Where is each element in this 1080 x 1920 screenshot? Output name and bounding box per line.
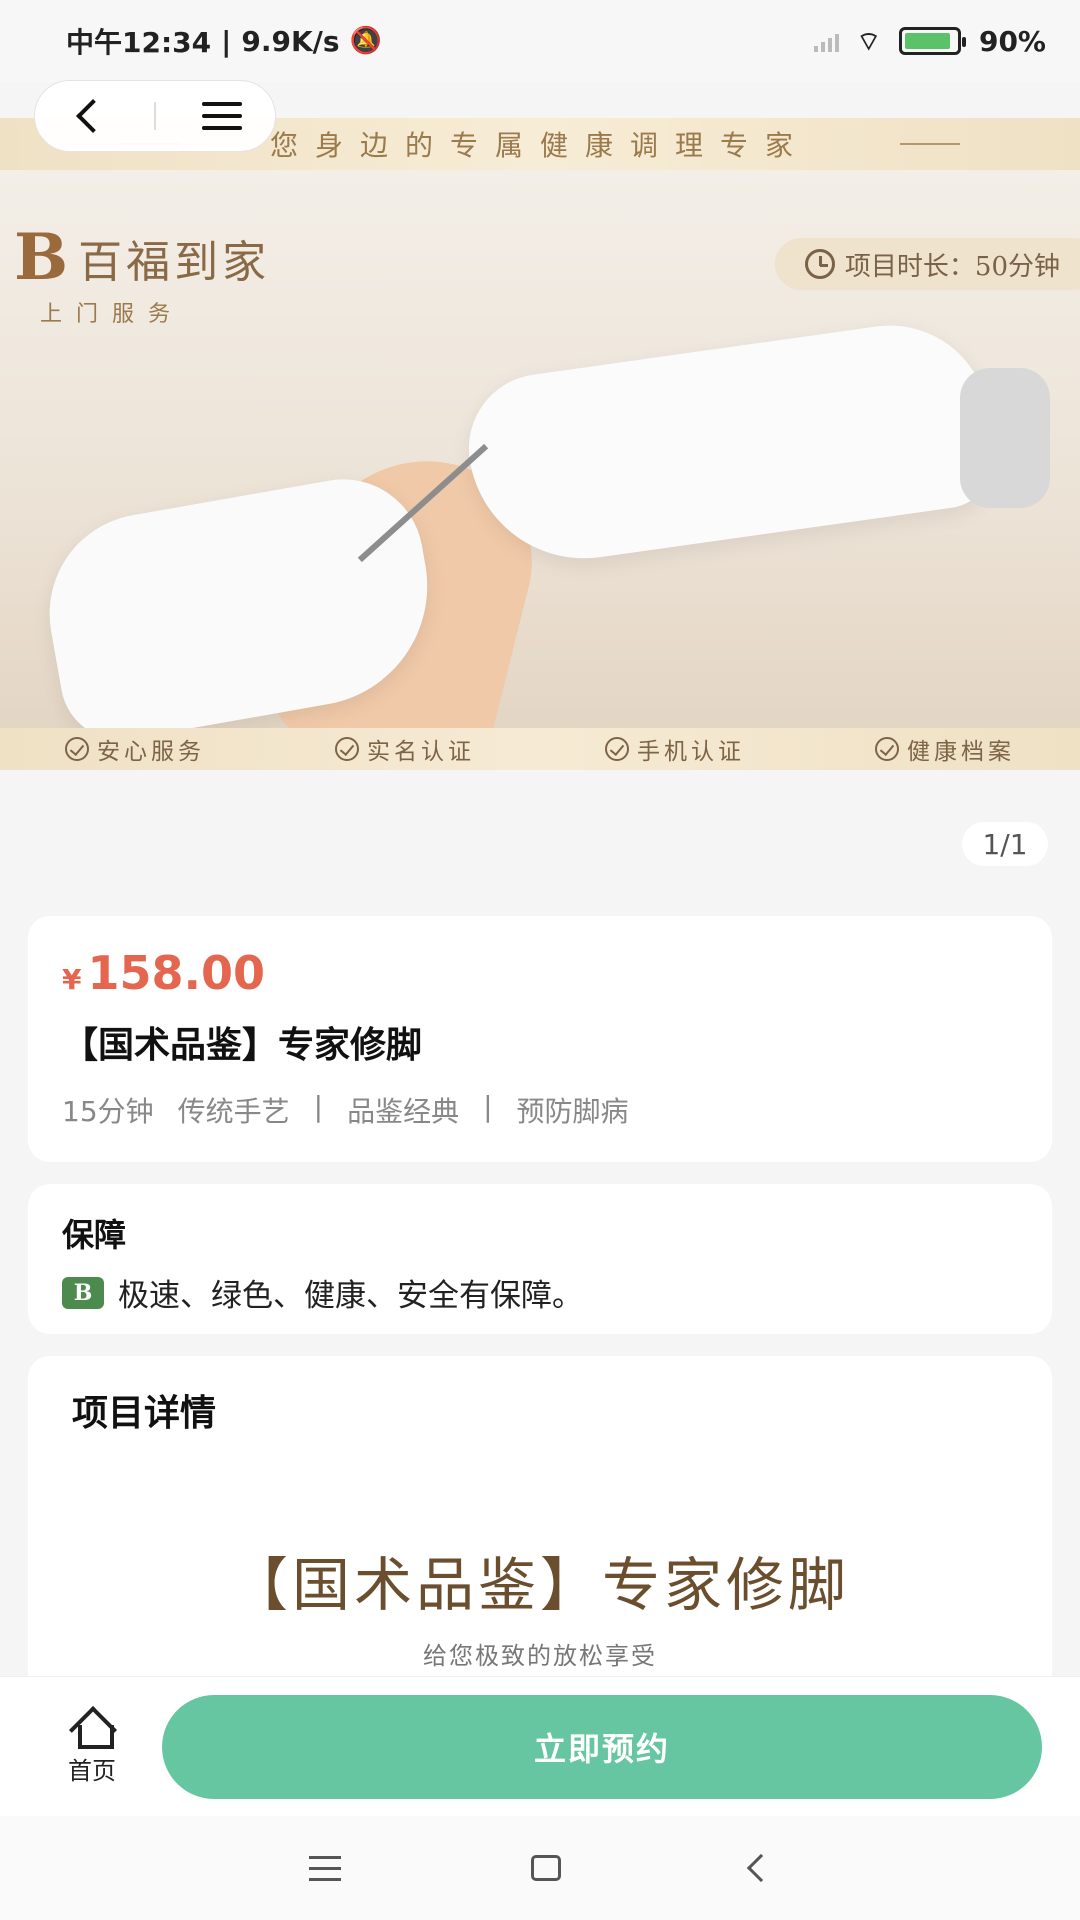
brand-name: 百福到家 <box>78 237 271 288</box>
guarantee-text: 极速、绿色、健康、安全有保障。 <box>118 1278 583 1314</box>
system-nav-bar <box>0 1816 1080 1920</box>
check-circle-icon <box>605 737 629 761</box>
hero-slogan: 您身边的专属健康调理专家 <box>269 129 810 162</box>
tag: 品鉴经典 <box>347 1095 460 1128</box>
signal-icon <box>813 30 839 52</box>
image-pager: 1/1 <box>962 822 1048 866</box>
badge-label: 手机认证 <box>637 739 745 765</box>
guarantee-title: 保障 <box>62 1216 127 1254</box>
product-tags: 15分钟 传统手艺 | 品鉴经典 | 预防脚病 <box>62 1090 1018 1130</box>
detail-headline: 【国术品鉴】专家修脚 <box>229 1551 850 1619</box>
detail-card: 项目详情 【国术品鉴】专家修脚 给您极致的放松享受 <box>28 1356 1052 1676</box>
detail-subline: 给您极致的放松享受 <box>423 1642 657 1670</box>
clock-icon <box>804 249 835 279</box>
badge-label: 实名认证 <box>367 739 475 765</box>
guarantee-row: B 极速、绿色、健康、安全有保障。 <box>62 1270 1018 1315</box>
divider <box>900 143 960 145</box>
duration-text: 15分钟 <box>62 1095 154 1128</box>
check-circle-icon <box>65 737 89 761</box>
back-button[interactable] <box>48 86 128 146</box>
home-icon <box>70 1707 114 1749</box>
brand-mark: B <box>14 220 69 295</box>
badge: 实名认证 <box>335 732 475 766</box>
tag-separator: | <box>313 1090 324 1123</box>
check-circle-icon <box>335 737 359 761</box>
tag: 传统手艺 <box>177 1095 290 1128</box>
glove-illustration <box>459 312 1001 574</box>
menu-icon <box>202 102 242 130</box>
status-net-speed: 9.9K/s <box>241 24 340 58</box>
price: ¥ 158.00 <box>62 946 1018 1000</box>
mute-bell-icon: 🔕 <box>349 26 382 56</box>
hero-badges: 安心服务 实名认证 手机认证 健康档案 <box>0 728 1080 770</box>
check-circle-icon <box>875 737 899 761</box>
status-right: ⌔ 90% <box>813 24 1046 58</box>
book-now-button[interactable]: 立即预约 <box>162 1695 1042 1799</box>
battery-icon <box>898 27 966 55</box>
home-square-icon[interactable] <box>531 1855 561 1881</box>
status-time: 中午12:34 <box>66 26 212 59</box>
brand-subtitle: 上门服务 <box>40 302 185 327</box>
chevron-left-icon <box>76 99 110 133</box>
brand-logo-icon: B <box>62 1276 104 1309</box>
brand-logo: B 百福到家 上门服务 <box>14 226 270 328</box>
status-bar: 中午12:34 | 9.9K/s 🔕 ⌔ 90% <box>0 0 1080 82</box>
action-bar: 首页 立即预约 <box>0 1676 1080 1816</box>
hero-image[interactable]: 您身边的专属健康调理专家 B 百福到家 上门服务 项目时长：50分钟 安心服务 … <box>0 118 1080 770</box>
guarantee-card: 保障 B 极速、绿色、健康、安全有保障。 <box>28 1184 1052 1334</box>
badge: 手机认证 <box>605 732 745 766</box>
tag: 预防脚病 <box>516 1095 629 1128</box>
duration-text: 项目时长：50分钟 <box>844 251 1060 282</box>
product-card: ¥ 158.00 【国术品鉴】专家修脚 15分钟 传统手艺 | 品鉴经典 | 预… <box>28 916 1052 1162</box>
status-separator: | <box>221 24 232 58</box>
home-tab[interactable]: 首页 <box>22 1707 162 1786</box>
recent-apps-icon[interactable] <box>309 1855 341 1881</box>
badge-label: 安心服务 <box>97 739 205 765</box>
tag-separator: | <box>483 1090 493 1123</box>
wifi-icon: ⌔ <box>856 26 881 57</box>
product-title: 【国术品鉴】专家修脚 <box>62 1025 423 1066</box>
currency-symbol: ¥ <box>62 963 82 996</box>
battery-percent: 90% <box>978 24 1046 58</box>
duration-tag: 项目时长：50分钟 <box>774 238 1080 290</box>
home-tab-label: 首页 <box>68 1757 116 1785</box>
nav-pill <box>34 80 276 152</box>
badge-label: 健康档案 <box>907 739 1015 765</box>
badge: 健康档案 <box>875 732 1015 766</box>
badge: 安心服务 <box>65 732 205 766</box>
back-icon[interactable] <box>746 1853 776 1883</box>
menu-button[interactable] <box>182 86 262 146</box>
price-value: 158.00 <box>87 946 265 1000</box>
status-left: 中午12:34 | 9.9K/s 🔕 <box>66 21 382 61</box>
watch-illustration <box>960 368 1050 508</box>
divider <box>154 102 156 130</box>
detail-title: 项目详情 <box>72 1393 217 1434</box>
